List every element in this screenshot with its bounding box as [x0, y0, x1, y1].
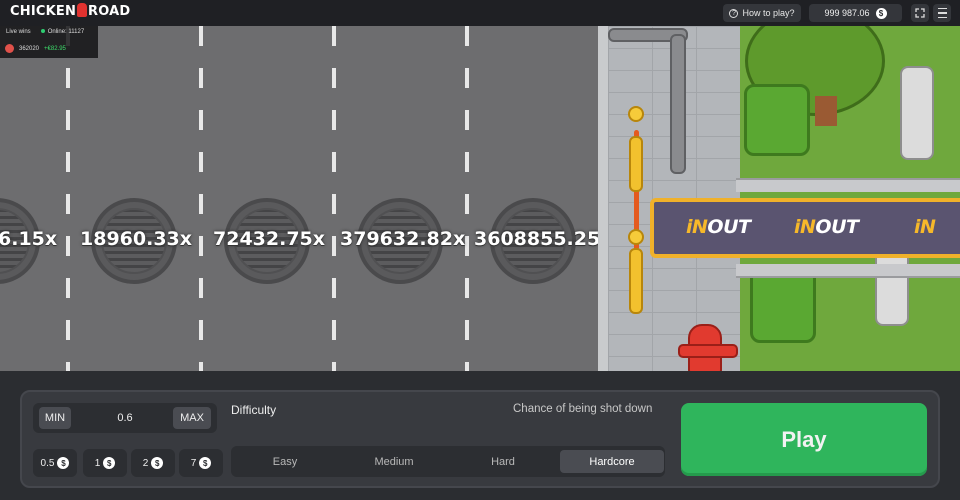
currency-icon: $	[151, 457, 164, 469]
lane-multiplier[interactable]: 379632.82x	[340, 228, 465, 250]
game-root: CHICKEN ROAD ? How to play? 999 987.06 $	[0, 0, 960, 500]
chicken-statue	[900, 66, 934, 160]
quick-bet-button[interactable]: 7 $	[179, 449, 223, 477]
fire-hydrant	[678, 324, 738, 371]
lane-multiplier[interactable]: 72432.75x	[213, 228, 325, 250]
top-bar: CHICKEN ROAD ? How to play? 999 987.06 $	[0, 0, 960, 26]
lane-multiplier[interactable]: 6.15x	[0, 228, 57, 250]
inout-logo: iNOUT	[794, 216, 859, 238]
online-count: Online: 11127	[40, 29, 84, 35]
avatar	[5, 44, 14, 53]
online-dot-icon	[40, 29, 45, 33]
win-amount: +€82.95	[44, 45, 66, 52]
min-bet-button[interactable]: MIN	[39, 407, 71, 429]
lane-divider	[66, 26, 70, 371]
quick-bet-button[interactable]: 0.5 $	[33, 449, 77, 477]
how-to-play-label: How to play?	[742, 8, 795, 18]
max-bet-button[interactable]: MAX	[173, 407, 211, 429]
lane-multiplier[interactable]: 3608855.25x	[474, 228, 612, 250]
difficulty-option-easy[interactable]: Easy	[233, 450, 337, 473]
fullscreen-button[interactable]	[911, 4, 929, 22]
curb	[598, 26, 608, 371]
menu-button[interactable]	[933, 4, 951, 22]
inout-logo: iN	[914, 216, 936, 238]
fence	[736, 264, 960, 278]
difficulty-label: Difficulty	[231, 403, 277, 417]
difficulty-option-hard[interactable]: Hard	[451, 450, 555, 473]
rope-post	[629, 248, 643, 314]
street-lamp-post	[670, 34, 686, 174]
rope-post	[629, 136, 643, 192]
player-id: 362020	[19, 45, 40, 52]
fullscreen-icon	[915, 8, 925, 18]
quick-bet-button[interactable]: 1 $	[83, 449, 127, 477]
lane-divider	[465, 26, 469, 371]
question-icon: ?	[729, 8, 739, 18]
balance-display: 999 987.06 $	[809, 4, 902, 22]
live-wins-label: Live wins	[6, 29, 31, 35]
game-scene: 6.15x 18960.33x 72432.75x 379632.82x 360…	[0, 26, 960, 371]
bet-amount-row: MIN 0.6 MAX	[33, 403, 217, 433]
logo-text-left: CHICKEN	[10, 4, 77, 19]
chance-label: Chance of being shot down	[513, 403, 653, 415]
balance-value: 999 987.06	[824, 8, 870, 18]
lane-divider	[332, 26, 336, 371]
chicken-icon	[77, 2, 88, 17]
difficulty-option-hardcore[interactable]: Hardcore	[560, 450, 664, 473]
how-to-play-button[interactable]: ? How to play?	[723, 4, 801, 22]
inout-logo: iNOUT	[686, 216, 751, 238]
difficulty-selector: Easy Medium Hard Hardcore	[231, 446, 665, 477]
menu-icon	[937, 6, 947, 20]
lane-multiplier[interactable]: 18960.33x	[80, 228, 192, 250]
game-logo: CHICKEN ROAD	[10, 2, 131, 19]
currency-icon: $	[875, 7, 887, 19]
tree-trunk	[815, 96, 837, 126]
rope-post-top	[628, 106, 644, 122]
live-wins-panel: Live wins Online: 11127 362020 +€82.95	[0, 26, 98, 58]
play-button[interactable]: Play	[681, 403, 927, 476]
bush	[744, 84, 810, 156]
currency-icon: $	[199, 457, 212, 469]
rope-post-top	[628, 229, 644, 245]
bet-amount-input[interactable]: 0.6	[77, 407, 173, 429]
currency-icon: $	[103, 457, 116, 469]
difficulty-option-medium[interactable]: Medium	[342, 450, 446, 473]
quick-bet-button[interactable]: 2 $	[131, 449, 175, 477]
lane-divider	[199, 26, 203, 371]
bush	[750, 268, 816, 343]
logo-text-right: ROAD	[88, 4, 131, 19]
currency-icon: $	[57, 457, 70, 469]
bet-controls: MIN 0.6 MAX 0.5 $ 1 $ 2 $ 7 $	[33, 403, 223, 477]
fence	[736, 178, 960, 192]
